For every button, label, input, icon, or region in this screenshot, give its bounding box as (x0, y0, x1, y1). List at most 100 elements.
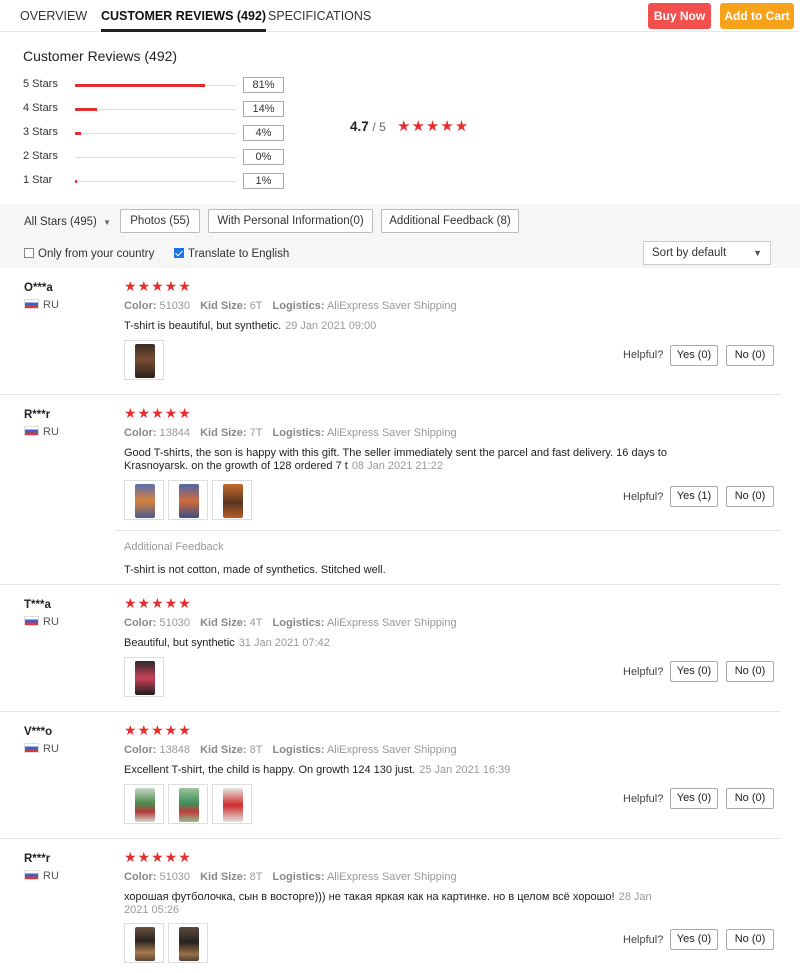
reviewer-country: RU (24, 299, 59, 311)
sort-select[interactable]: Sort by default ▼ (643, 241, 771, 265)
attr-logistics-value: AliExpress Saver Shipping (326, 871, 457, 883)
checkbox-icon (24, 248, 34, 258)
rating-bar-fill (75, 84, 205, 87)
attr-logistics-label: Logistics: (272, 300, 325, 312)
review-photo[interactable] (168, 923, 208, 963)
review-photo[interactable] (124, 657, 164, 697)
attr-logistics-value: AliExpress Saver Shipping (326, 427, 457, 439)
attr-color-label: Color: (124, 300, 157, 312)
reviewer-country: RU (24, 616, 59, 628)
rating-percent: 81% (243, 77, 284, 93)
helpful-yes-button[interactable]: Yes (1) (670, 486, 718, 507)
review-text: T-shirt is beautiful, but synthetic. 29 J… (124, 320, 679, 333)
attr-size-label: Kid Size: (200, 427, 247, 439)
attr-size-label: Kid Size: (200, 744, 247, 756)
review-photo[interactable] (124, 923, 164, 963)
rating-bar-fill (75, 108, 97, 111)
review-photo[interactable] (124, 784, 164, 824)
chevron-down-icon: ▼ (103, 218, 111, 227)
photo-content (179, 484, 199, 518)
review-attributes: Color: 51030 Kid Size: 4T Logistics: Ali… (124, 617, 457, 629)
russia-flag-icon (24, 870, 39, 880)
country-code: RU (43, 426, 59, 438)
rating-label: 5 Stars (23, 78, 58, 90)
helpful-label: Helpful? (623, 934, 664, 946)
helpful-yes-button[interactable]: Yes (0) (670, 929, 718, 950)
review-photo[interactable] (168, 784, 208, 824)
attr-size-value: 7T (249, 427, 263, 439)
rating-label: 3 Stars (23, 126, 58, 138)
personal-info-filter-button[interactable]: With Personal Information(0) (208, 209, 373, 233)
all-stars-label: All Stars (495) (24, 216, 97, 228)
review-date: 25 Jan 2021 16:39 (419, 764, 511, 776)
chevron-down-icon: ▼ (753, 248, 762, 258)
add-to-cart-button[interactable]: Add to Cart (720, 3, 794, 29)
tab-overview[interactable]: OVERVIEW (20, 0, 87, 32)
helpful-label: Helpful? (623, 349, 664, 361)
review-attributes: Color: 51030 Kid Size: 6T Logistics: Ali… (124, 300, 457, 312)
divider (116, 530, 780, 531)
tab-specifications[interactable]: SPECIFICATIONS (268, 0, 371, 32)
rating-bar (75, 180, 235, 183)
russia-flag-icon (24, 299, 39, 309)
attr-size-label: Kid Size: (200, 617, 247, 629)
attr-logistics-value: AliExpress Saver Shipping (326, 617, 457, 629)
review-text: хорошая футболочка, сын в восторге))) не… (124, 891, 674, 917)
attr-color-value: 13848 (159, 744, 191, 756)
helpful-yes-button[interactable]: Yes (0) (670, 788, 718, 809)
attr-size-value: 4T (249, 617, 263, 629)
attr-logistics-label: Logistics: (272, 427, 325, 439)
average-rating: 4.7 / 5 (350, 119, 386, 134)
checkbox-label: Translate to English (188, 248, 290, 260)
helpful-label: Helpful? (623, 491, 664, 503)
review-date: 29 Jan 2021 09:00 (285, 320, 377, 332)
rating-label: 2 Stars (23, 150, 58, 162)
rating-percent: 4% (243, 125, 284, 141)
country-code: RU (43, 616, 59, 628)
helpful-no-button[interactable]: No (0) (726, 788, 774, 809)
photo-content (179, 788, 199, 822)
review-photo[interactable] (168, 480, 208, 520)
review-star-icons: ★★★★★ (124, 405, 192, 421)
country-code: RU (43, 743, 59, 755)
review-filters: All Stars (495) ▼ Photos (55) With Perso… (0, 204, 800, 268)
translate-checkbox[interactable]: Translate to English (174, 248, 289, 260)
review-photo[interactable] (124, 340, 164, 380)
photos-filter-button[interactable]: Photos (55) (120, 209, 200, 233)
additional-feedback-heading: Additional Feedback (124, 541, 224, 553)
additional-feedback-filter-button[interactable]: Additional Feedback (8) (381, 209, 519, 233)
attr-size-label: Kid Size: (200, 300, 247, 312)
reviewer-name: V***o (24, 726, 53, 738)
attr-logistics-label: Logistics: (272, 617, 325, 629)
review-photo[interactable] (124, 480, 164, 520)
buy-now-button[interactable]: Buy Now (648, 3, 711, 29)
helpful-no-button[interactable]: No (0) (726, 486, 774, 507)
review-text: Beautiful, but synthetic 31 Jan 2021 07:4… (124, 637, 679, 650)
rating-percent: 1% (243, 173, 284, 189)
reviewer-name: R***r (24, 853, 51, 865)
review-photo[interactable] (212, 784, 252, 824)
checkbox-label: Only from your country (38, 248, 155, 260)
helpful-yes-button[interactable]: Yes (0) (670, 661, 718, 682)
review-photo[interactable] (212, 480, 252, 520)
reviewer-country: RU (24, 426, 59, 438)
reviewer-name: O***a (24, 282, 53, 294)
review-date: 31 Jan 2021 07:42 (238, 637, 330, 649)
helpful-no-button[interactable]: No (0) (726, 929, 774, 950)
all-stars-dropdown[interactable]: All Stars (495) ▼ (24, 216, 111, 228)
review-star-icons: ★★★★★ (124, 722, 192, 738)
rating-bar (75, 132, 235, 135)
attr-color-label: Color: (124, 427, 157, 439)
helpful-yes-button[interactable]: Yes (0) (670, 345, 718, 366)
tab-customer-reviews[interactable]: CUSTOMER REVIEWS (492) (101, 0, 267, 32)
rating-bar (75, 108, 235, 111)
rating-bar (75, 157, 235, 158)
review-body: Excellent T-shirt, the child is happy. O… (124, 764, 416, 776)
reviewer-name: R***r (24, 409, 51, 421)
helpful-no-button[interactable]: No (0) (726, 345, 774, 366)
only-from-country-checkbox[interactable]: Only from your country (24, 248, 154, 260)
attr-color-label: Color: (124, 871, 157, 883)
photo-content (135, 927, 155, 961)
helpful-no-button[interactable]: No (0) (726, 661, 774, 682)
average-rating-value: 4.7 (350, 119, 369, 134)
